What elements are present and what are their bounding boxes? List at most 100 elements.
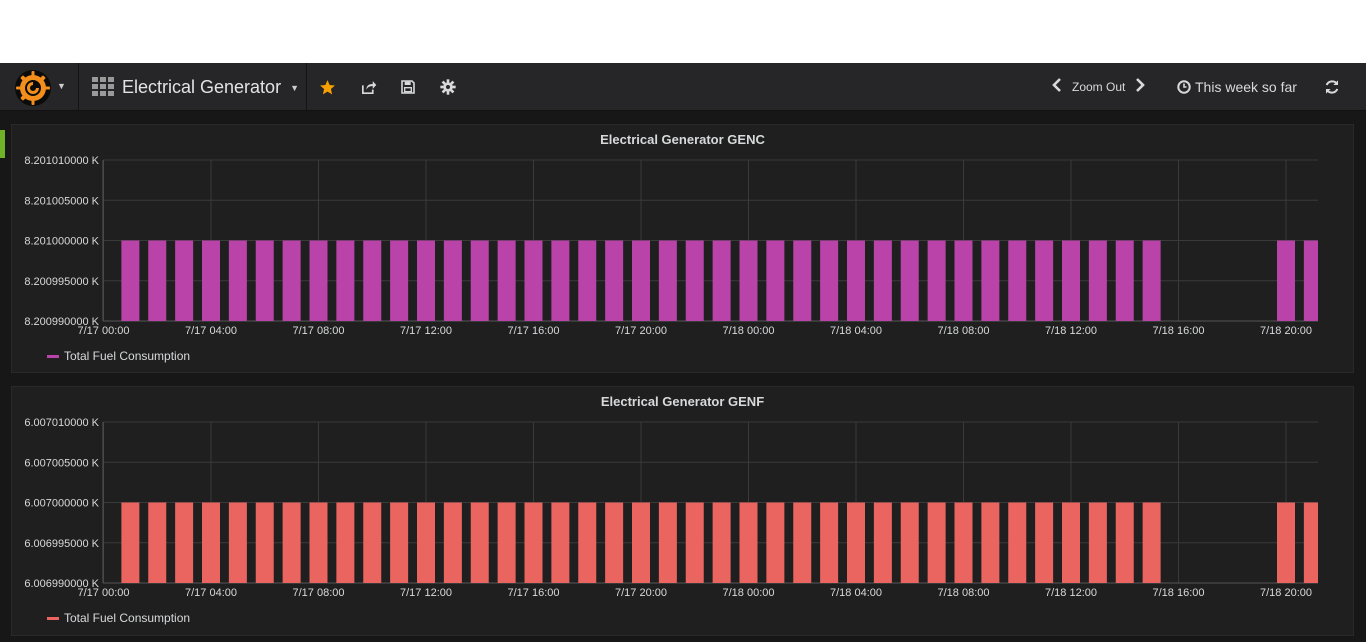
star-icon xyxy=(319,79,335,94)
bar xyxy=(712,502,731,583)
bar xyxy=(766,502,785,583)
save-button[interactable] xyxy=(397,76,419,98)
bar xyxy=(658,240,677,321)
graph-panel-genc: Electrical Generator GENC 8.200990000 K8… xyxy=(11,124,1354,373)
bar xyxy=(470,502,489,583)
x-tick-label: 7/17 08:00 xyxy=(293,587,345,599)
bar xyxy=(578,502,597,583)
bar xyxy=(202,240,220,321)
legend-label: Total Fuel Consumption xyxy=(64,349,191,363)
bar xyxy=(1277,502,1295,583)
x-tick-label: 7/18 04:00 xyxy=(830,587,882,599)
bar xyxy=(1008,502,1027,583)
bar xyxy=(148,240,167,321)
bar xyxy=(873,240,892,321)
bar xyxy=(1062,240,1080,321)
y-tick-label: 8.201010000 K xyxy=(24,155,99,167)
x-tick-label: 7/18 16:00 xyxy=(1153,587,1205,599)
x-tick-label: 7/17 12:00 xyxy=(400,325,452,337)
x-tick-label: 7/17 20:00 xyxy=(615,325,667,337)
x-tick-label: 7/17 00:00 xyxy=(78,325,130,337)
legend-item[interactable]: Total Fuel Consumption xyxy=(47,349,190,363)
bar xyxy=(309,502,328,583)
bar xyxy=(551,240,570,321)
bar xyxy=(524,502,543,583)
dashboard-title: Electrical Generator xyxy=(122,77,282,97)
refresh-icon xyxy=(1325,80,1339,94)
star-button[interactable] xyxy=(316,76,338,98)
x-tick-label: 7/17 20:00 xyxy=(615,587,667,599)
bar xyxy=(470,240,489,321)
bar xyxy=(685,502,704,583)
bar xyxy=(981,240,1000,321)
chevron-down-icon: ▼ xyxy=(57,81,66,91)
x-tick-label: 7/17 00:00 xyxy=(78,587,130,599)
bar xyxy=(793,240,812,321)
bar xyxy=(175,240,194,321)
bar xyxy=(1277,240,1295,321)
x-tick-label: 7/17 16:00 xyxy=(508,587,560,599)
bar xyxy=(417,240,435,321)
chevron-left-icon[interactable] xyxy=(1052,77,1062,97)
bar xyxy=(1142,502,1161,583)
y-tick-label: 6.007005000 K xyxy=(24,457,99,469)
bar xyxy=(712,240,731,321)
bar xyxy=(605,240,624,321)
bar xyxy=(443,240,462,321)
bar xyxy=(658,502,677,583)
gear-icon xyxy=(440,79,456,95)
x-tick-label: 7/18 20:00 xyxy=(1260,587,1312,599)
bar xyxy=(954,502,973,583)
share-button[interactable] xyxy=(357,76,379,98)
bar xyxy=(954,240,973,321)
y-tick-label: 6.006995000 K xyxy=(24,538,99,550)
bar xyxy=(605,502,624,583)
bar xyxy=(255,502,274,583)
bar xyxy=(1062,502,1080,583)
bar xyxy=(336,502,355,583)
refresh-button[interactable] xyxy=(1321,76,1343,98)
bar xyxy=(551,502,570,583)
bar xyxy=(1035,502,1054,583)
y-tick-label: 6.007000000 K xyxy=(24,498,99,510)
row-collapse-handle[interactable] xyxy=(0,130,5,158)
bar xyxy=(632,502,650,583)
zoom-controls: Zoom Out xyxy=(1052,76,1146,98)
time-range-picker[interactable]: This week so far xyxy=(1177,76,1297,98)
y-tick-label: 6.007010000 K xyxy=(24,417,99,429)
x-tick-label: 7/18 04:00 xyxy=(830,325,882,337)
chart-genf[interactable]: 6.006990000 K6.006995000 K6.007000000 K6… xyxy=(12,387,1353,635)
bar xyxy=(202,502,220,583)
legend-label: Total Fuel Consumption xyxy=(64,611,191,625)
bar xyxy=(282,502,301,583)
legend-item[interactable]: Total Fuel Consumption xyxy=(47,611,190,625)
chevron-right-icon[interactable] xyxy=(1135,77,1146,97)
settings-button[interactable] xyxy=(437,76,459,98)
bar xyxy=(793,502,812,583)
grafana-menu-button[interactable]: ▼ xyxy=(10,67,68,107)
bar xyxy=(282,240,301,321)
chart-genc[interactable]: 8.200990000 K8.200995000 K8.201000000 K8… xyxy=(12,125,1353,372)
legend-swatch xyxy=(47,616,59,620)
x-tick-label: 7/18 08:00 xyxy=(938,325,990,337)
bar xyxy=(739,240,758,321)
bar xyxy=(443,502,462,583)
time-range-label: This week so far xyxy=(1195,79,1297,95)
bar xyxy=(1035,240,1054,321)
dashboard-title-button[interactable]: Electrical Generator ▼ xyxy=(92,75,299,99)
y-tick-label: 8.200995000 K xyxy=(24,276,99,288)
bar xyxy=(900,240,919,321)
bar xyxy=(228,502,247,583)
clock-icon xyxy=(1177,80,1191,94)
bar xyxy=(1008,240,1027,321)
bar xyxy=(390,240,409,321)
bar xyxy=(497,502,516,583)
x-tick-label: 7/18 12:00 xyxy=(1045,325,1097,337)
bar xyxy=(873,502,892,583)
bar xyxy=(524,240,543,321)
x-tick-label: 7/17 16:00 xyxy=(508,325,560,337)
bar xyxy=(1303,502,1318,583)
zoom-out-button[interactable]: Zoom Out xyxy=(1072,80,1125,94)
bar xyxy=(578,240,597,321)
bar xyxy=(1142,240,1161,321)
